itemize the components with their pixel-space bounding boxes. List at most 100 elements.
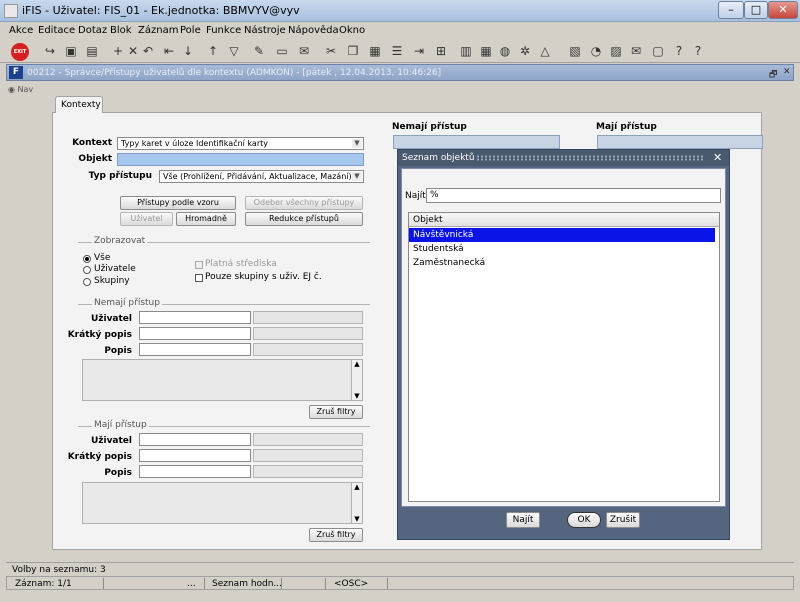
nav-toggle[interactable]: ◉ Nav [8, 85, 33, 94]
menu-napoveda[interactable]: Nápověda [288, 25, 339, 36]
nemaji-memo-scrollbar[interactable]: ▲ ▼ [351, 360, 362, 400]
insert-row-icon[interactable]: ⊞ [433, 43, 449, 59]
uzivatel-button[interactable]: Uživatel [120, 212, 173, 226]
list-icon[interactable]: ☰ [389, 43, 405, 59]
list-item[interactable]: Návštěvnická [409, 228, 715, 242]
window-icon[interactable]: ▢ [650, 43, 666, 59]
close-form-icon[interactable]: ✕ [783, 67, 791, 77]
status-list: Seznam hodn... [212, 579, 283, 589]
status-message: Volby na seznamu: 3 [6, 562, 794, 576]
radio-vse[interactable] [83, 255, 91, 263]
nav-label: Nav [17, 85, 34, 94]
delete-icon[interactable]: ✕ [125, 43, 141, 59]
pouze-skupiny-checkbox[interactable] [195, 274, 203, 282]
edit-icon[interactable]: ✎ [251, 43, 267, 59]
undo-icon[interactable]: ↶ [140, 43, 156, 59]
dialog-ok-button[interactable]: OK [567, 512, 601, 528]
context-help-icon[interactable]: ? [690, 43, 706, 59]
copy-icon[interactable]: ❐ [345, 43, 361, 59]
cut-icon[interactable]: ✂ [323, 43, 339, 59]
menu-editace[interactable]: Editace [38, 25, 75, 36]
menu-akce[interactable]: Akce [9, 25, 33, 36]
chevron-down-icon[interactable]: ▼ [352, 139, 362, 148]
list-item[interactable]: Studentská [409, 242, 715, 256]
pristupy-podle-vzoru-button[interactable]: Přístupy podle vzoru [120, 196, 236, 210]
indent-icon[interactable]: ⇥ [411, 43, 427, 59]
platna-strediska-checkbox[interactable] [195, 261, 203, 269]
paste-icon[interactable]: ▦ [367, 43, 383, 59]
warning-icon[interactable]: △ [537, 43, 553, 59]
chevron-down-icon[interactable]: ▼ [352, 172, 362, 181]
menu-funkce[interactable]: Funkce [206, 25, 241, 36]
window-title-bar[interactable]: iFIS - Uživatel: FIS_01 - Ek.jednotka: B… [0, 0, 800, 22]
app-icon [4, 4, 18, 18]
minimize-button[interactable]: – [718, 1, 744, 19]
maji-zrus-filtry-button[interactable]: Zruš filtry [309, 528, 363, 542]
scroll-up-icon[interactable]: ▲ [352, 483, 362, 491]
radio-skupiny[interactable] [83, 278, 91, 286]
scroll-down-icon[interactable]: ▼ [352, 392, 362, 400]
filter-icon[interactable]: ▽ [226, 43, 242, 59]
nemaji-kratky-field[interactable] [139, 327, 251, 340]
radio-uzivatele[interactable] [83, 266, 91, 274]
query-icon[interactable]: ▣ [63, 43, 79, 59]
dialog-zrusit-button[interactable]: Zrušit [606, 512, 640, 528]
sort-desc-icon[interactable]: ↑ [205, 43, 221, 59]
save-icon[interactable]: ↪ [42, 43, 58, 59]
nemaji-uzivatel-field[interactable] [139, 311, 251, 324]
document-icon[interactable]: ▭ [274, 43, 290, 59]
maji-memo[interactable]: ▲ ▼ [82, 482, 363, 524]
nemaji-zrus-filtry-button[interactable]: Zruš filtry [309, 405, 363, 419]
tab-kontexty[interactable]: Kontexty [55, 96, 103, 113]
menu-blok[interactable]: Blok [110, 25, 132, 36]
add-icon[interactable]: + [110, 43, 126, 59]
nemaji-popis-field[interactable] [139, 343, 251, 356]
nemaji-memo[interactable]: ▲ ▼ [82, 359, 363, 401]
kontext-select[interactable]: Typy karet v úloze Identifikační karty ▼ [117, 137, 364, 150]
maji-kratky-field[interactable] [139, 449, 251, 462]
menu-nastroje[interactable]: Nástroje [244, 25, 286, 36]
objekt-field[interactable] [117, 153, 364, 166]
radio-skupiny-label: Skupiny [94, 276, 130, 286]
print-icon[interactable]: ▤ [84, 43, 100, 59]
scroll-up-icon[interactable]: ▲ [352, 360, 362, 368]
scroll-down-icon[interactable]: ▼ [352, 515, 362, 523]
mail-icon[interactable]: ✉ [296, 43, 312, 59]
report-icon[interactable]: ▧ [567, 43, 583, 59]
exit-button[interactable]: EXIT [11, 43, 29, 61]
list-item[interactable]: Zaměstnanecká [409, 256, 715, 270]
help-icon[interactable]: ? [671, 43, 687, 59]
typ-pristupu-select[interactable]: Vše (Prohlížení, Přidávání, Aktualizace,… [159, 170, 364, 183]
hromadne-button[interactable]: Hromadně [176, 212, 236, 226]
nemaji-column-field[interactable] [393, 135, 560, 149]
restore-icon[interactable]: 🗗 [769, 67, 777, 83]
maji-column-field[interactable] [597, 135, 763, 149]
form-window-title-bar[interactable]: F 00212 - Správce/Přístupy uživatelů dle… [6, 64, 794, 81]
calculator-icon[interactable]: ▦ [478, 43, 494, 59]
menu-pole[interactable]: Pole [180, 25, 201, 36]
maximize-button[interactable]: □ [744, 1, 768, 19]
dialog-najit-button[interactable]: Najít [506, 512, 540, 528]
dialog-title: Seznam objektů [402, 153, 475, 163]
redukce-pristupu-button[interactable]: Redukce přístupů [245, 212, 363, 226]
odeber-pristupy-button[interactable]: Odeber všechny přístupy [245, 196, 363, 210]
sort-asc-icon[interactable]: ↓ [180, 43, 196, 59]
objekt-list[interactable]: Objekt Návštěvnická Studentská Zaměstnan… [408, 212, 720, 502]
menu-okno[interactable]: Okno [339, 25, 365, 36]
dialog-title-bar[interactable]: Seznam objektů ✕ [398, 150, 729, 166]
image-icon[interactable]: ▨ [608, 43, 624, 59]
first-record-icon[interactable]: ⇤ [161, 43, 177, 59]
dialog-close-icon[interactable]: ✕ [713, 151, 722, 164]
najit-input[interactable]: % [426, 188, 721, 203]
close-window-button[interactable]: ✕ [768, 1, 798, 19]
maji-uzivatel-field[interactable] [139, 433, 251, 446]
maji-popis-field[interactable] [139, 465, 251, 478]
menu-dotaz[interactable]: Dotaz [78, 25, 107, 36]
settings-icon[interactable]: ✲ [517, 43, 533, 59]
chart-icon[interactable]: ◔ [588, 43, 604, 59]
globe-icon[interactable]: ◍ [497, 43, 513, 59]
menu-zaznam[interactable]: Záznam [138, 25, 178, 36]
mail-out-icon[interactable]: ✉ [628, 43, 644, 59]
calendar-icon[interactable]: ▥ [458, 43, 474, 59]
maji-memo-scrollbar[interactable]: ▲ ▼ [351, 483, 362, 523]
